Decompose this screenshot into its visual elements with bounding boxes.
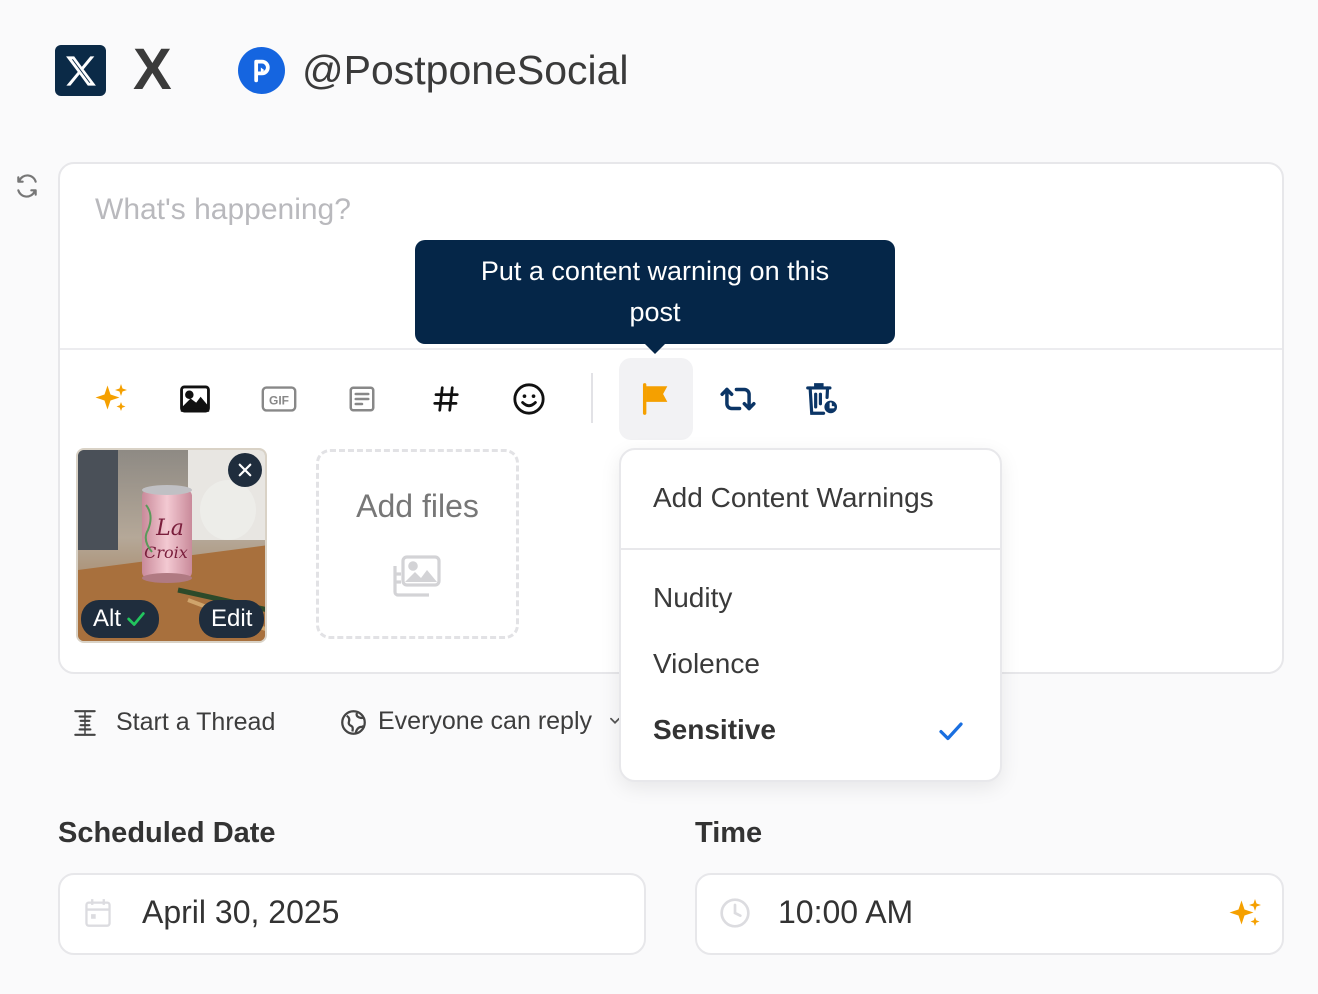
menu-item-sensitive[interactable]: Sensitive <box>653 714 776 746</box>
reply-settings-button[interactable]: Everyone can reply <box>378 707 592 736</box>
time-label: Time <box>695 817 763 849</box>
x-platform-logo <box>55 45 106 96</box>
composer-divider <box>60 348 1282 350</box>
content-warning-tooltip: Put a content warning on this post <box>415 240 895 344</box>
hashtag-icon[interactable] <box>426 379 466 419</box>
platform-name: X <box>133 37 172 102</box>
image-icon[interactable] <box>175 379 215 419</box>
selected-checkmark-icon <box>936 716 966 751</box>
edit-label: Edit <box>211 605 253 632</box>
scheduled-date-label: Scheduled Date <box>58 817 276 849</box>
post-text-input[interactable]: What's happening? <box>95 192 351 228</box>
gif-icon[interactable]: GIF <box>259 379 299 419</box>
thread-icon[interactable] <box>72 709 98 742</box>
add-files-label: Add files <box>356 488 479 524</box>
template-icon[interactable] <box>342 379 382 419</box>
edit-media-button[interactable]: Edit <box>199 600 265 638</box>
refresh-icon[interactable] <box>14 173 40 199</box>
svg-text:Croix: Croix <box>144 543 188 562</box>
remove-media-button[interactable] <box>228 453 262 487</box>
globe-icon <box>340 709 367 741</box>
content-warnings-title: Add Content Warnings <box>653 482 934 513</box>
close-icon <box>238 463 252 477</box>
calendar-icon <box>84 898 112 933</box>
ai-time-sparkle-icon[interactable] <box>1228 896 1264 937</box>
menu-divider <box>621 548 1000 550</box>
ai-sparkle-icon[interactable] <box>92 379 132 419</box>
account-avatar[interactable] <box>238 47 285 94</box>
toolbar-separator <box>591 373 593 423</box>
auto-delete-icon[interactable] <box>802 379 842 419</box>
tooltip-arrow <box>643 342 667 354</box>
add-files-dropzone[interactable] <box>316 449 519 639</box>
checkmark-icon <box>127 612 145 626</box>
x-logo-icon <box>65 55 96 86</box>
date-value: April 30, 2025 <box>142 894 340 930</box>
alt-label: Alt <box>93 605 122 632</box>
emoji-icon[interactable] <box>509 379 549 419</box>
account-handle: @PostponeSocial <box>302 47 629 93</box>
time-value: 10:00 AM <box>778 894 914 930</box>
postpone-logo-icon <box>253 59 270 82</box>
alt-text-button[interactable]: Alt <box>81 600 160 638</box>
svg-text:La: La <box>155 516 184 541</box>
menu-item-nudity[interactable]: Nudity <box>653 582 732 614</box>
svg-text:GIF: GIF <box>269 393 289 407</box>
media-library-icon <box>391 554 443 603</box>
tooltip-text: Put a content warning on this post <box>480 256 830 327</box>
clock-icon <box>719 897 751 934</box>
flag-icon[interactable] <box>636 379 676 419</box>
start-thread-button[interactable]: Start a Thread <box>116 708 275 737</box>
menu-item-violence[interactable]: Violence <box>653 648 760 680</box>
repost-icon[interactable] <box>718 379 758 419</box>
